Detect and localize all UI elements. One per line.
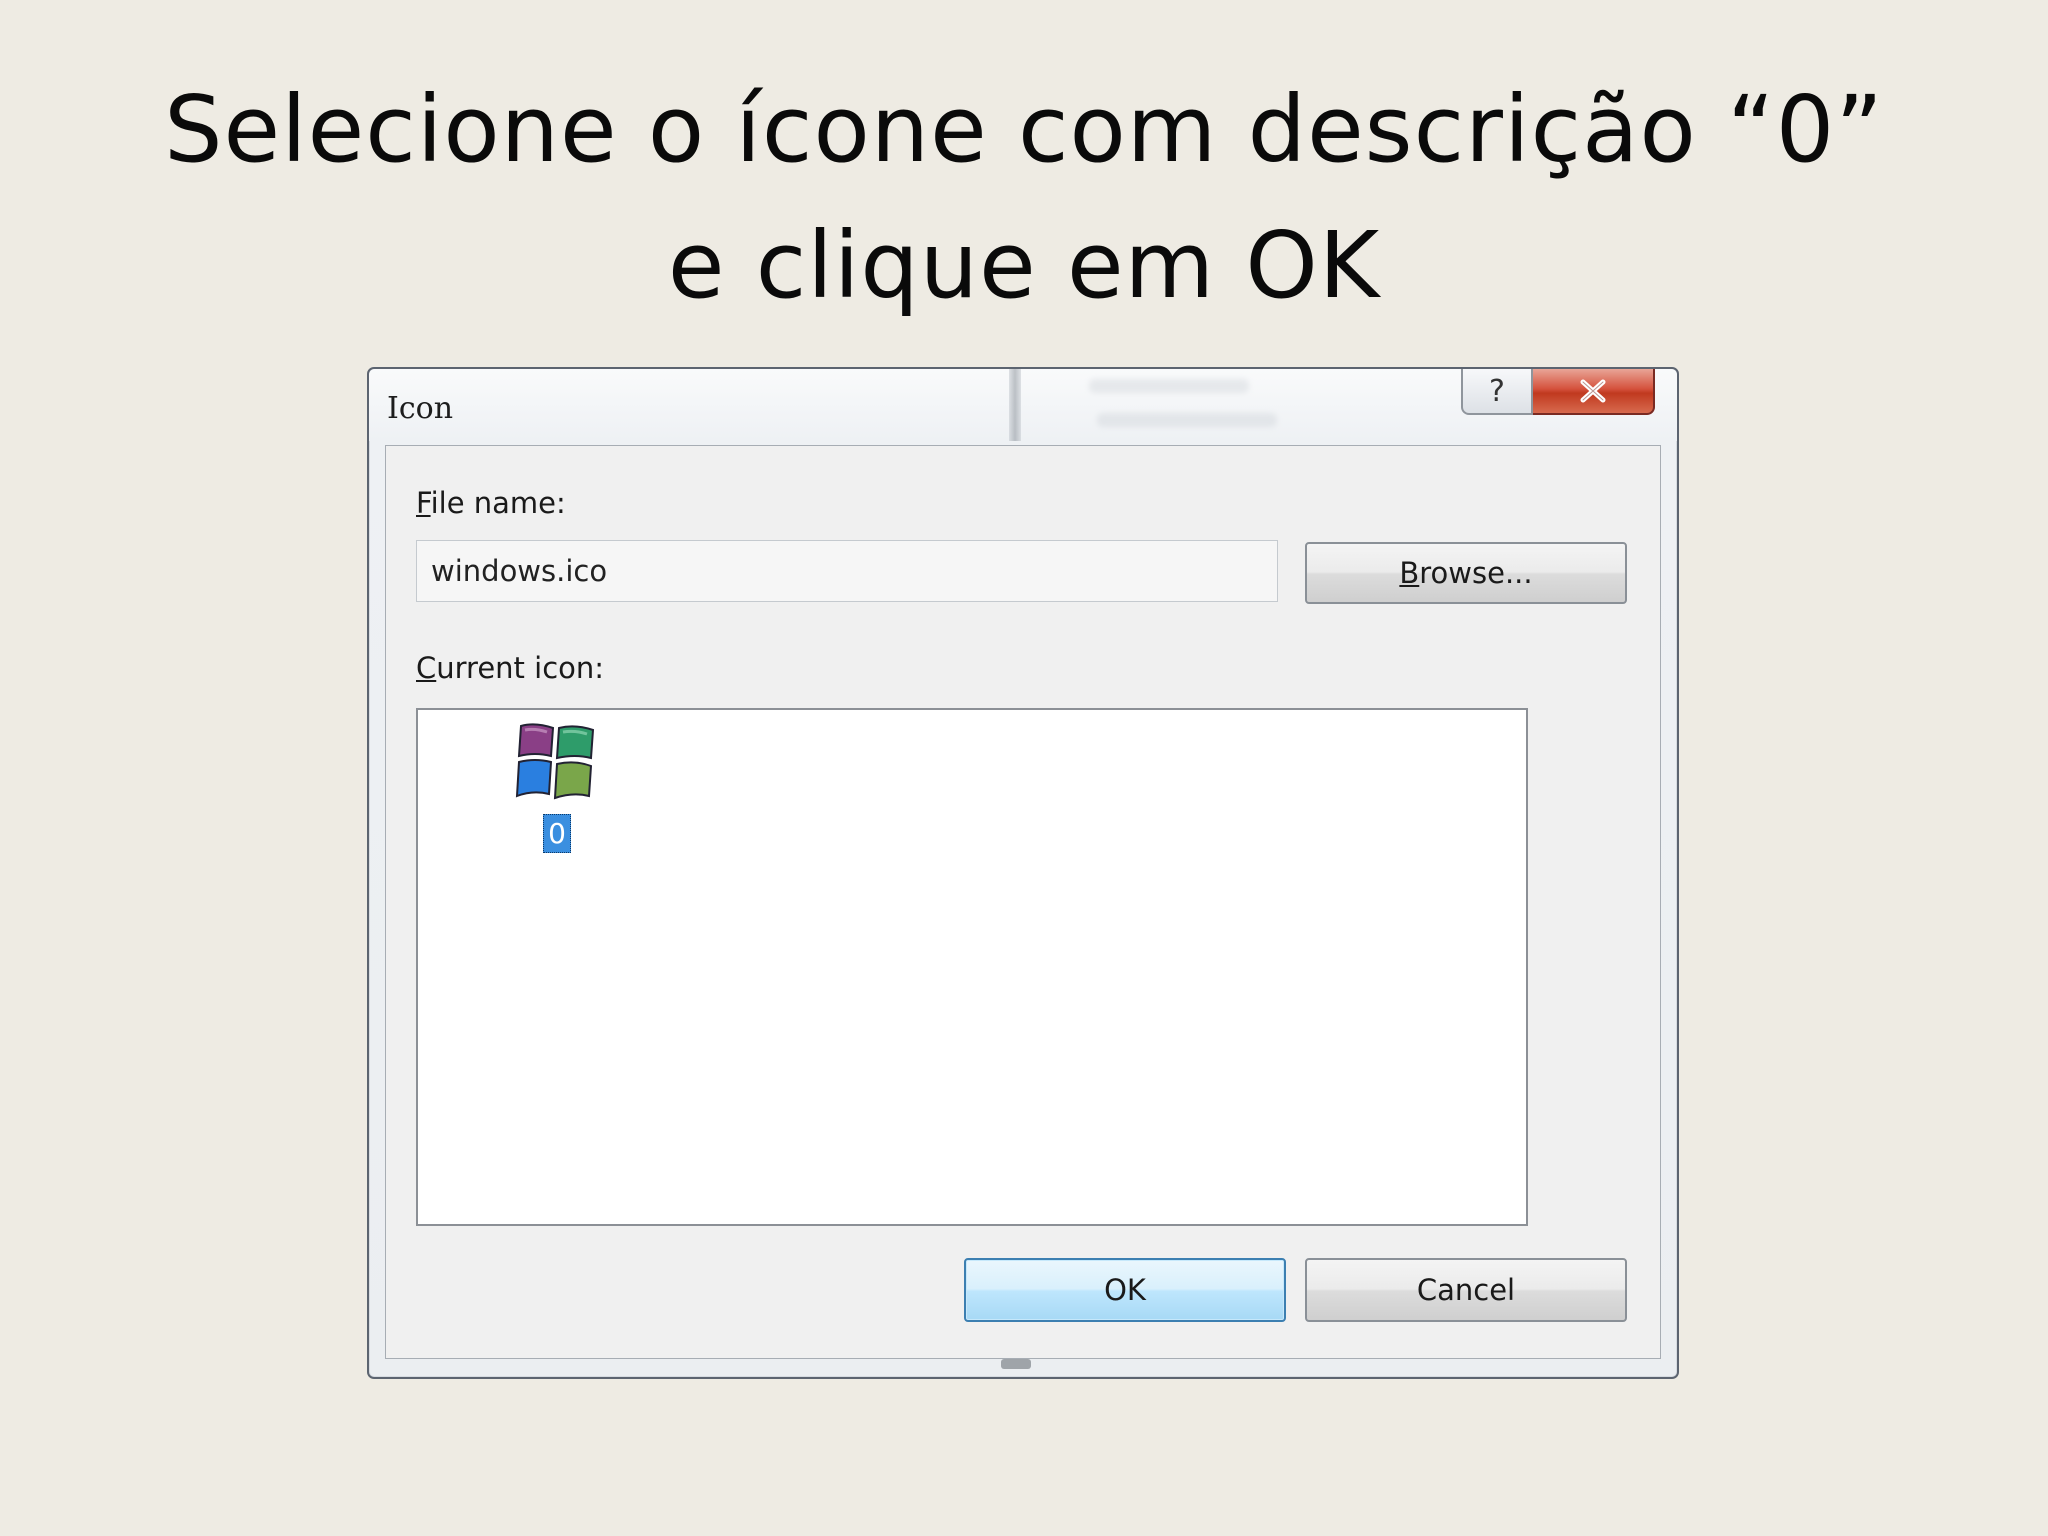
slide-title: Selecione o ícone com descrição “0” e cl… [0,62,2048,334]
icon-list[interactable]: 0 [416,708,1528,1226]
close-button[interactable] [1533,369,1655,415]
current-icon-label: Current icon: [416,651,605,685]
background-window-ghost-text [1089,379,1249,393]
slide-title-line-2: e clique em OK [667,212,1381,319]
ok-button[interactable]: OK [964,1258,1286,1322]
file-name-input[interactable] [416,540,1278,602]
background-window-ghost-text [1097,413,1277,427]
windows-flag-icon [515,723,595,800]
dialog-title: Icon [387,391,454,426]
help-icon: ? [1489,373,1505,409]
dialog-client-area: File name: Browse... Current icon: 0 OK … [385,445,1661,1359]
cancel-button[interactable]: Cancel [1305,1258,1627,1322]
slide-title-line-1: Selecione o ícone com descrição “0” [164,76,1884,183]
browse-button[interactable]: Browse... [1305,542,1627,604]
title-bar[interactable]: Icon ? [369,369,1677,441]
help-button[interactable]: ? [1461,369,1533,415]
icon-caption: 0 [543,814,571,853]
background-window-ghost [1001,1359,1031,1369]
icon-dialog: Icon ? File name: Browse... Current icon… [367,367,1679,1379]
background-window-ghost [1009,369,1021,441]
icon-item[interactable]: 0 [498,720,616,853]
close-icon [1580,379,1606,403]
file-name-label: File name: [416,486,566,520]
